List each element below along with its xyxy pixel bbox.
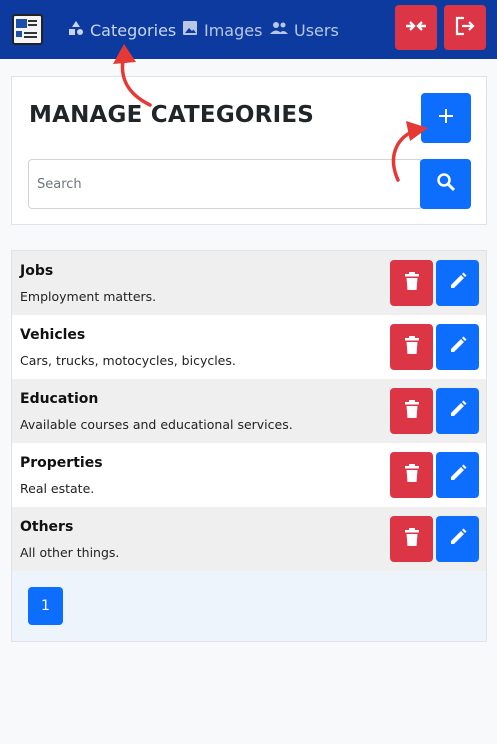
pencil-icon [449, 272, 467, 294]
logout-button[interactable] [444, 5, 486, 50]
delete-category-button[interactable] [390, 452, 433, 498]
page-title: MANAGE CATEGORIES [29, 102, 315, 128]
category-row: Education Available courses and education… [12, 379, 486, 443]
pencil-icon [449, 464, 467, 486]
category-description: Employment matters. [20, 289, 157, 304]
trash-icon [404, 400, 420, 422]
category-description: Real estate. [20, 481, 95, 496]
categories-list-panel: Jobs Employment matters. Vehicles Cars, tru… [11, 250, 487, 642]
delete-category-button[interactable] [390, 260, 433, 306]
logout-icon [454, 15, 476, 41]
image-icon [182, 20, 198, 40]
category-row: Jobs Employment matters. [12, 251, 486, 315]
category-name: Properties [20, 455, 103, 471]
edit-category-button[interactable] [436, 388, 479, 434]
category-name: Vehicles [20, 327, 86, 343]
category-row: Vehicles Cars, trucks, motocycles, bicycl… [12, 315, 486, 379]
pagination-page-button[interactable]: 1 [28, 587, 63, 625]
compress-icon [405, 18, 427, 38]
add-category-button[interactable] [421, 93, 471, 143]
top-navbar: Categories Images Users [0, 0, 497, 59]
trash-icon [404, 528, 420, 550]
category-row: Properties Real estate. [12, 443, 486, 507]
edit-category-button[interactable] [436, 324, 479, 370]
category-name: Others [20, 519, 74, 535]
category-description: Available courses and educational servic… [20, 417, 293, 432]
users-icon [270, 20, 288, 40]
search-button[interactable] [420, 159, 471, 209]
search-icon [436, 172, 456, 196]
edit-category-button[interactable] [436, 260, 479, 306]
edit-category-button[interactable] [436, 516, 479, 562]
category-description: Cars, trucks, motocycles, bicycles. [20, 353, 236, 368]
delete-category-button[interactable] [390, 516, 433, 562]
category-name: Jobs [20, 263, 54, 279]
pencil-icon [449, 336, 467, 358]
nav-images[interactable]: Images [182, 18, 262, 42]
category-name: Education [20, 391, 99, 407]
plus-icon [438, 108, 454, 128]
edit-category-button[interactable] [436, 452, 479, 498]
trash-icon [404, 336, 420, 358]
shapes-icon [68, 20, 84, 40]
category-row: Others All other things. [12, 507, 486, 571]
pencil-icon [449, 400, 467, 422]
delete-category-button[interactable] [390, 324, 433, 370]
search-input[interactable] [28, 159, 421, 209]
nav-users-label: Users [294, 20, 339, 40]
nav-images-label: Images [204, 20, 263, 40]
app-logo[interactable] [12, 14, 43, 45]
category-description: All other things. [20, 545, 120, 560]
compress-button[interactable] [395, 5, 437, 50]
pencil-icon [449, 528, 467, 550]
trash-icon [404, 272, 420, 294]
delete-category-button[interactable] [390, 388, 433, 434]
nav-users[interactable]: Users [270, 18, 339, 42]
nav-categories[interactable]: Categories [68, 18, 176, 42]
manage-categories-panel: MANAGE CATEGORIES [11, 76, 487, 225]
nav-categories-label: Categories [90, 20, 177, 40]
trash-icon [404, 464, 420, 486]
